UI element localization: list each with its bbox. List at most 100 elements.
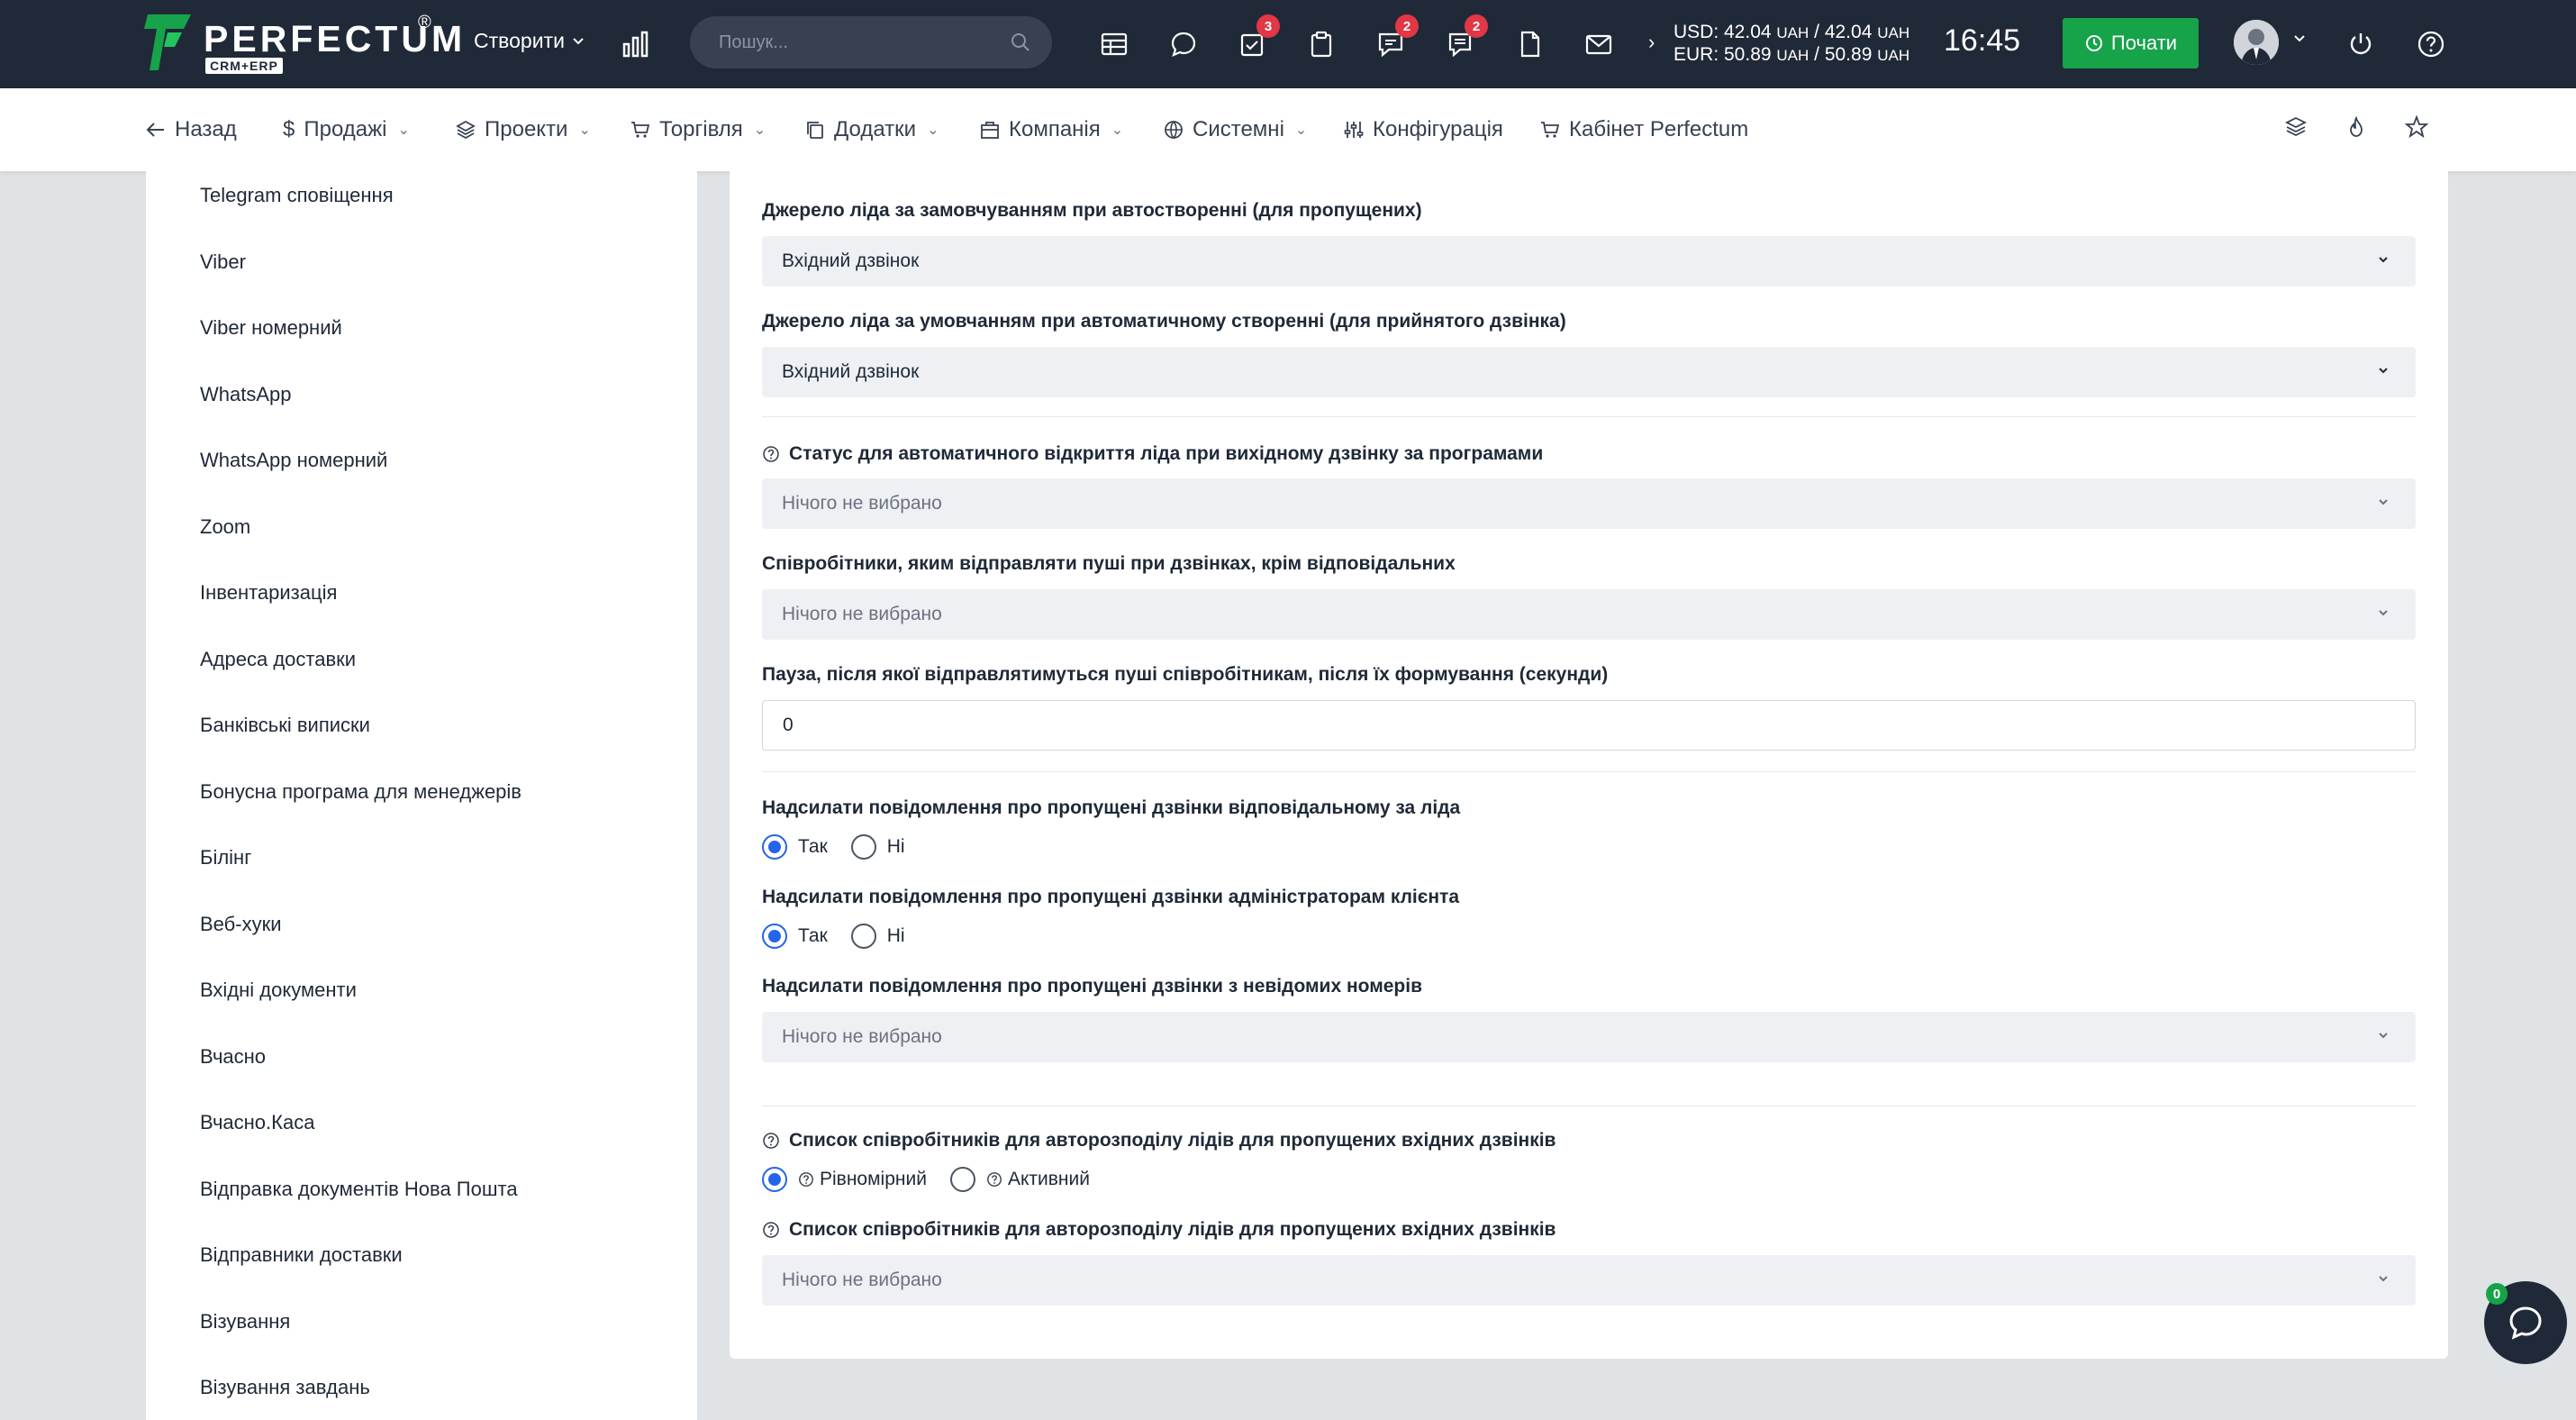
usd-unit-2: UAH <box>1877 24 1910 41</box>
sidebar-item-task-approval[interactable]: Візування завдань <box>200 1376 370 1399</box>
question-icon[interactable] <box>986 1171 1002 1188</box>
notify-responsible-no-radio[interactable] <box>850 834 876 860</box>
sidebar-item-bonus-program[interactable]: Бонусна програма для менеджерів <box>200 780 522 804</box>
table-icon[interactable] <box>1097 27 1131 61</box>
start-timer-button[interactable]: Почати <box>2063 18 2199 68</box>
distribution-active-radio[interactable] <box>949 1167 975 1192</box>
auto-distribution-list-select[interactable]: Нічого не вибрано <box>762 1255 2416 1306</box>
notify-responsible-yes-label[interactable]: Так <box>798 836 828 858</box>
notify-unknown-select[interactable]: Нічого не вибрано <box>762 1012 2416 1062</box>
notify-admins-no-radio[interactable] <box>850 924 876 949</box>
notify-admins-yes-radio[interactable] <box>762 924 787 949</box>
logo[interactable]: PERFECTUM ® CRM+ERP <box>144 11 462 76</box>
search-icon[interactable] <box>1011 32 1030 52</box>
chat-bubble-icon[interactable] <box>1166 27 1201 61</box>
eur-rate-2: / 50.89 <box>1809 44 1873 65</box>
notify-admins-yes-label[interactable]: Так <box>798 925 828 947</box>
distribution-even-radio[interactable] <box>762 1167 787 1192</box>
nav-sales[interactable]: $ Продажі ⌄ <box>283 117 410 142</box>
sidebar-item-inventory[interactable]: Інвентаризація <box>200 581 337 605</box>
star-icon[interactable] <box>2405 115 2428 139</box>
sidebar-item-whatsapp-number[interactable]: WhatsApp номерний <box>200 449 387 472</box>
clipboard-icon[interactable] <box>1304 27 1338 61</box>
chevron-down-icon <box>573 37 584 44</box>
nav-addons-label: Додатки <box>834 117 917 141</box>
arrow-left-icon <box>146 123 164 137</box>
distribution-even-text: Рівномірний <box>820 1169 927 1189</box>
nav-back[interactable]: Назад <box>146 117 237 142</box>
divider <box>762 416 2416 417</box>
distribution-active-label[interactable]: Активний <box>986 1169 1090 1190</box>
sidebar-item-webhooks[interactable]: Веб-хуки <box>200 913 282 936</box>
question-icon[interactable] <box>762 1221 780 1239</box>
clock-icon <box>2085 35 2102 51</box>
power-icon[interactable] <box>2344 27 2378 61</box>
user-menu-chevron-icon[interactable] <box>2293 34 2306 43</box>
sidebar-item-viber-number[interactable]: Viber номерний <box>200 316 342 340</box>
lead-source-missed-value: Вхідний дзвінок <box>782 250 920 271</box>
usd-rate: USD: 42.04 <box>1673 22 1772 42</box>
nav-addons[interactable]: Додатки ⌄ <box>805 117 939 142</box>
sidebar-item-approval[interactable]: Візування <box>200 1310 290 1334</box>
nav-config-label: Конфігурація <box>1373 117 1503 141</box>
notify-responsible-yes-radio[interactable] <box>762 834 787 860</box>
lead-source-missed-select[interactable]: Вхідний дзвінок <box>762 236 2416 287</box>
distribution-even-label[interactable]: Рівномірний <box>798 1169 927 1190</box>
notify-admins-no-label[interactable]: Ні <box>887 925 905 947</box>
sidebar-item-telegram[interactable]: Telegram сповіщення <box>200 184 394 207</box>
chat-unread-badge: 0 <box>2486 1283 2508 1305</box>
nav-sales-label: Продажі <box>304 117 387 141</box>
sidebar-item-vchasno[interactable]: Вчасно <box>200 1045 266 1069</box>
sidebar-item-zoom[interactable]: Zoom <box>200 515 250 539</box>
sidebar-item-delivery-senders[interactable]: Відправники доставки <box>200 1243 403 1267</box>
nav-system[interactable]: Системні ⌄ <box>1164 117 1307 142</box>
create-dropdown-button[interactable]: Створити <box>474 29 585 53</box>
sidebar-item-vchasno-kasa[interactable]: Вчасно.Каса <box>200 1111 314 1134</box>
chevron-down-icon: ⌄ <box>927 123 939 138</box>
copy-icon <box>807 122 823 139</box>
rates-chevron-right-icon[interactable]: › <box>1648 31 1655 54</box>
outgoing-status-text: Статус для автоматичного відкриття ліда … <box>789 443 1544 464</box>
sidebar-item-viber[interactable]: Viber <box>200 250 246 274</box>
question-icon[interactable] <box>762 1132 780 1150</box>
nav-company[interactable]: Компанія ⌄ <box>980 117 1123 142</box>
question-icon[interactable] <box>762 445 780 463</box>
push-employees-select[interactable]: Нічого не вибрано <box>762 589 2416 640</box>
nav-config[interactable]: Конфігурація <box>1344 117 1503 142</box>
mail-icon[interactable] <box>1582 27 1616 61</box>
sidebar-item-incoming-docs[interactable]: Вхідні документи <box>200 979 357 1002</box>
outgoing-status-select[interactable]: Нічого не вибрано <box>762 478 2416 529</box>
cart-icon <box>631 122 650 138</box>
avatar[interactable] <box>2234 20 2279 65</box>
chevron-down-icon: ⌄ <box>578 123 591 138</box>
nav-cabinet[interactable]: Кабінет Perfectum <box>1540 117 1748 142</box>
sidebar-item-billing[interactable]: Білінг <box>200 846 251 869</box>
push-pause-input[interactable] <box>762 700 2416 751</box>
document-icon[interactable] <box>1512 27 1547 61</box>
comments-icon[interactable]: 2 <box>1443 14 1488 61</box>
chevron-down-icon <box>2379 368 2388 374</box>
notify-responsible-no-label[interactable]: Ні <box>887 836 905 858</box>
reports-chart-icon[interactable] <box>621 30 650 63</box>
sidebar-item-whatsapp[interactable]: WhatsApp <box>200 383 292 406</box>
question-icon[interactable] <box>798 1171 814 1188</box>
messages-icon[interactable]: 2 <box>1374 14 1419 61</box>
tasks-icon[interactable]: 3 <box>1235 14 1280 61</box>
flame-icon[interactable] <box>2345 115 2368 139</box>
nav-trade[interactable]: Торгівля ⌄ <box>630 117 766 142</box>
search-input[interactable] <box>690 16 1052 68</box>
layers-icon[interactable] <box>2284 115 2308 139</box>
messages-count-badge: 2 <box>1395 14 1419 38</box>
nav-system-label: Системні <box>1193 117 1284 141</box>
chevron-down-icon: ⌄ <box>1111 123 1124 138</box>
nav-trade-label: Торгівля <box>659 117 743 141</box>
chevron-down-icon <box>2379 499 2388 505</box>
help-icon[interactable] <box>2414 27 2448 61</box>
push-employees-value: Нічого не вибрано <box>782 604 942 624</box>
clock: 16:45 <box>1944 23 2021 58</box>
lead-source-accepted-select[interactable]: Вхідний дзвінок <box>762 347 2416 397</box>
sidebar-item-nova-poshta[interactable]: Відправка документів Нова Пошта <box>200 1178 518 1201</box>
sidebar-item-bank-statements[interactable]: Банківські виписки <box>200 714 370 737</box>
sidebar-item-delivery-address[interactable]: Адреса доставки <box>200 648 356 671</box>
nav-projects[interactable]: Проекти ⌄ <box>456 117 591 142</box>
